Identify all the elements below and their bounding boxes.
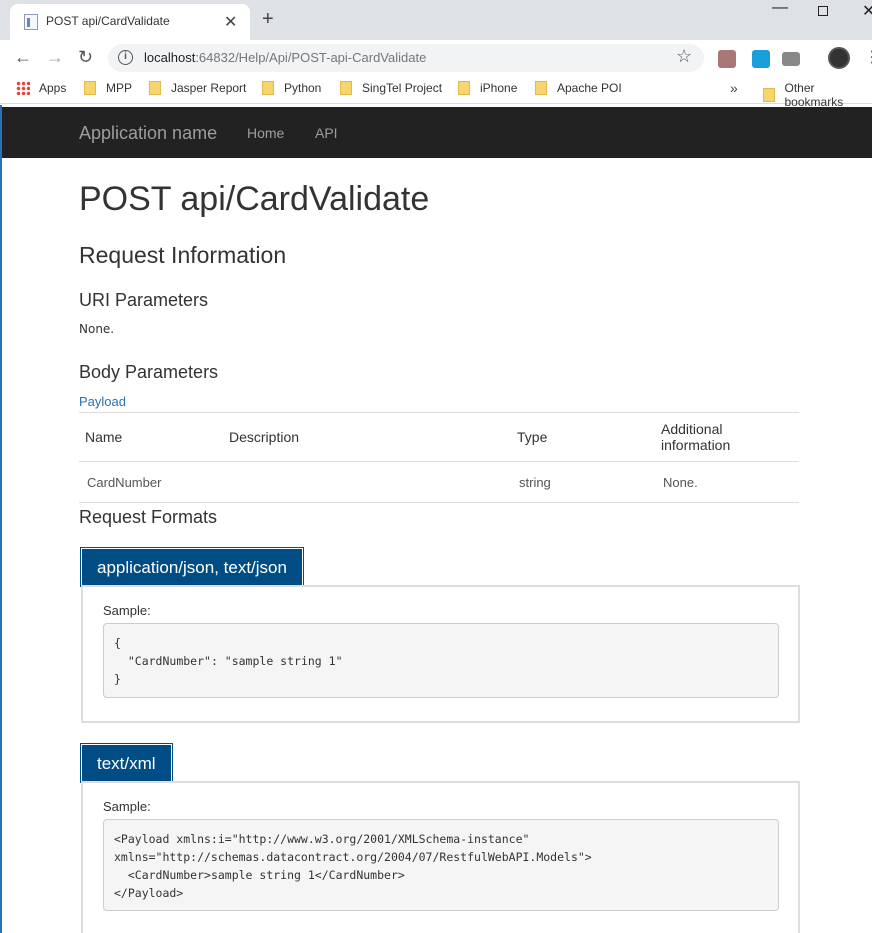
bookmark-folder[interactable]: Python bbox=[262, 81, 321, 95]
sample-label: Sample: bbox=[103, 603, 151, 618]
cell-additional: None. bbox=[655, 461, 799, 503]
brand-link[interactable]: Application name bbox=[79, 123, 217, 144]
maximize-icon[interactable] bbox=[818, 6, 828, 16]
cell-name: CardNumber bbox=[79, 461, 223, 503]
format-panel-json: Sample: { "CardNumber": "sample string 1… bbox=[81, 585, 800, 723]
bookmark-folder[interactable]: Apache POI bbox=[535, 81, 622, 95]
bookmark-folder[interactable]: SingTel Project bbox=[340, 81, 442, 95]
profile-avatar[interactable] bbox=[828, 47, 850, 69]
folder-icon bbox=[458, 81, 470, 95]
browser-tab[interactable]: POST api/CardValidate ✕ bbox=[10, 4, 250, 40]
forward-arrow-icon[interactable]: → bbox=[46, 47, 64, 68]
col-header-type: Type bbox=[511, 412, 655, 462]
request-info-heading: Request Information bbox=[79, 242, 287, 268]
col-header-description: Description bbox=[223, 412, 511, 462]
browser-tabstrip: POST api/CardValidate ✕ + — ✕ bbox=[0, 0, 872, 40]
tab-title: POST api/CardValidate bbox=[46, 14, 170, 28]
table-header-row: Name Description Type Additional informa… bbox=[79, 412, 799, 462]
bookmark-folder[interactable]: MPP bbox=[84, 81, 132, 95]
sync-extension-icon[interactable] bbox=[752, 50, 770, 68]
folder-icon bbox=[149, 81, 161, 95]
info-icon[interactable]: i bbox=[118, 50, 133, 65]
back-arrow-icon[interactable]: ← bbox=[14, 47, 32, 68]
folder-icon bbox=[535, 81, 547, 95]
page-title: POST api/CardValidate bbox=[79, 180, 430, 218]
bookmark-folder[interactable]: iPhone bbox=[458, 81, 517, 95]
nav-home[interactable]: Home bbox=[247, 125, 284, 141]
window-close-icon[interactable]: ✕ bbox=[862, 1, 872, 21]
request-formats-heading: Request Formats bbox=[79, 507, 218, 527]
apps-grid-icon bbox=[16, 81, 30, 95]
format-tab-xml[interactable]: text/xml bbox=[80, 743, 173, 783]
cell-type: string bbox=[511, 461, 655, 503]
body-params-table: Name Description Type Additional informa… bbox=[79, 412, 799, 503]
page-icon bbox=[24, 14, 38, 30]
col-header-additional: Additional information bbox=[655, 412, 799, 462]
uri-params-heading: URI Parameters bbox=[79, 290, 209, 310]
sample-label: Sample: bbox=[103, 799, 151, 814]
address-bar[interactable]: i localhost:64832/Help/Api/POST-api-Card… bbox=[108, 44, 704, 72]
camera-extension-icon[interactable] bbox=[782, 52, 800, 66]
uri-params-value: None. bbox=[79, 322, 115, 336]
cell-description bbox=[223, 461, 511, 503]
body-params-heading: Body Parameters bbox=[79, 362, 219, 382]
col-header-name: Name bbox=[79, 412, 223, 462]
menu-kebab-icon[interactable]: ⋮ bbox=[864, 47, 872, 67]
json-sample-code: { "CardNumber": "sample string 1" } bbox=[103, 623, 779, 698]
page-viewport: Application name Home API POST api/CardV… bbox=[0, 105, 872, 933]
table-row: CardNumber string None. bbox=[79, 461, 799, 503]
folder-icon bbox=[84, 81, 96, 95]
browser-toolbar: ← → ↻ i localhost:64832/Help/Api/POST-ap… bbox=[0, 40, 872, 76]
bookmark-star-icon[interactable]: ☆ bbox=[676, 46, 692, 67]
pdf-extension-icon[interactable] bbox=[718, 50, 736, 68]
bookmarks-bar: Apps MPP Jasper Report Python SingTel Pr… bbox=[0, 76, 872, 109]
url-text: localhost:64832/Help/Api/POST-api-CardVa… bbox=[144, 50, 427, 65]
site-navbar: Application name Home API bbox=[2, 107, 872, 158]
folder-icon bbox=[340, 81, 352, 95]
reload-icon[interactable]: ↻ bbox=[78, 47, 93, 68]
xml-sample-code: <Payload xmlns:i="http://www.w3.org/2001… bbox=[103, 819, 779, 911]
folder-icon bbox=[763, 88, 775, 102]
close-icon[interactable]: ✕ bbox=[224, 12, 237, 32]
format-tab-json[interactable]: application/json, text/json bbox=[80, 547, 304, 587]
nav-api[interactable]: API bbox=[315, 125, 338, 141]
folder-icon bbox=[262, 81, 274, 95]
more-bookmarks-chevron[interactable]: » bbox=[730, 80, 738, 96]
new-tab-icon[interactable]: + bbox=[262, 8, 274, 31]
payload-link[interactable]: Payload bbox=[79, 394, 126, 409]
minimize-icon[interactable]: — bbox=[772, 0, 788, 17]
bookmark-folder[interactable]: Jasper Report bbox=[149, 81, 246, 95]
format-panel-xml: Sample: <Payload xmlns:i="http://www.w3.… bbox=[81, 781, 800, 933]
bookmark-apps[interactable]: Apps bbox=[16, 81, 66, 95]
